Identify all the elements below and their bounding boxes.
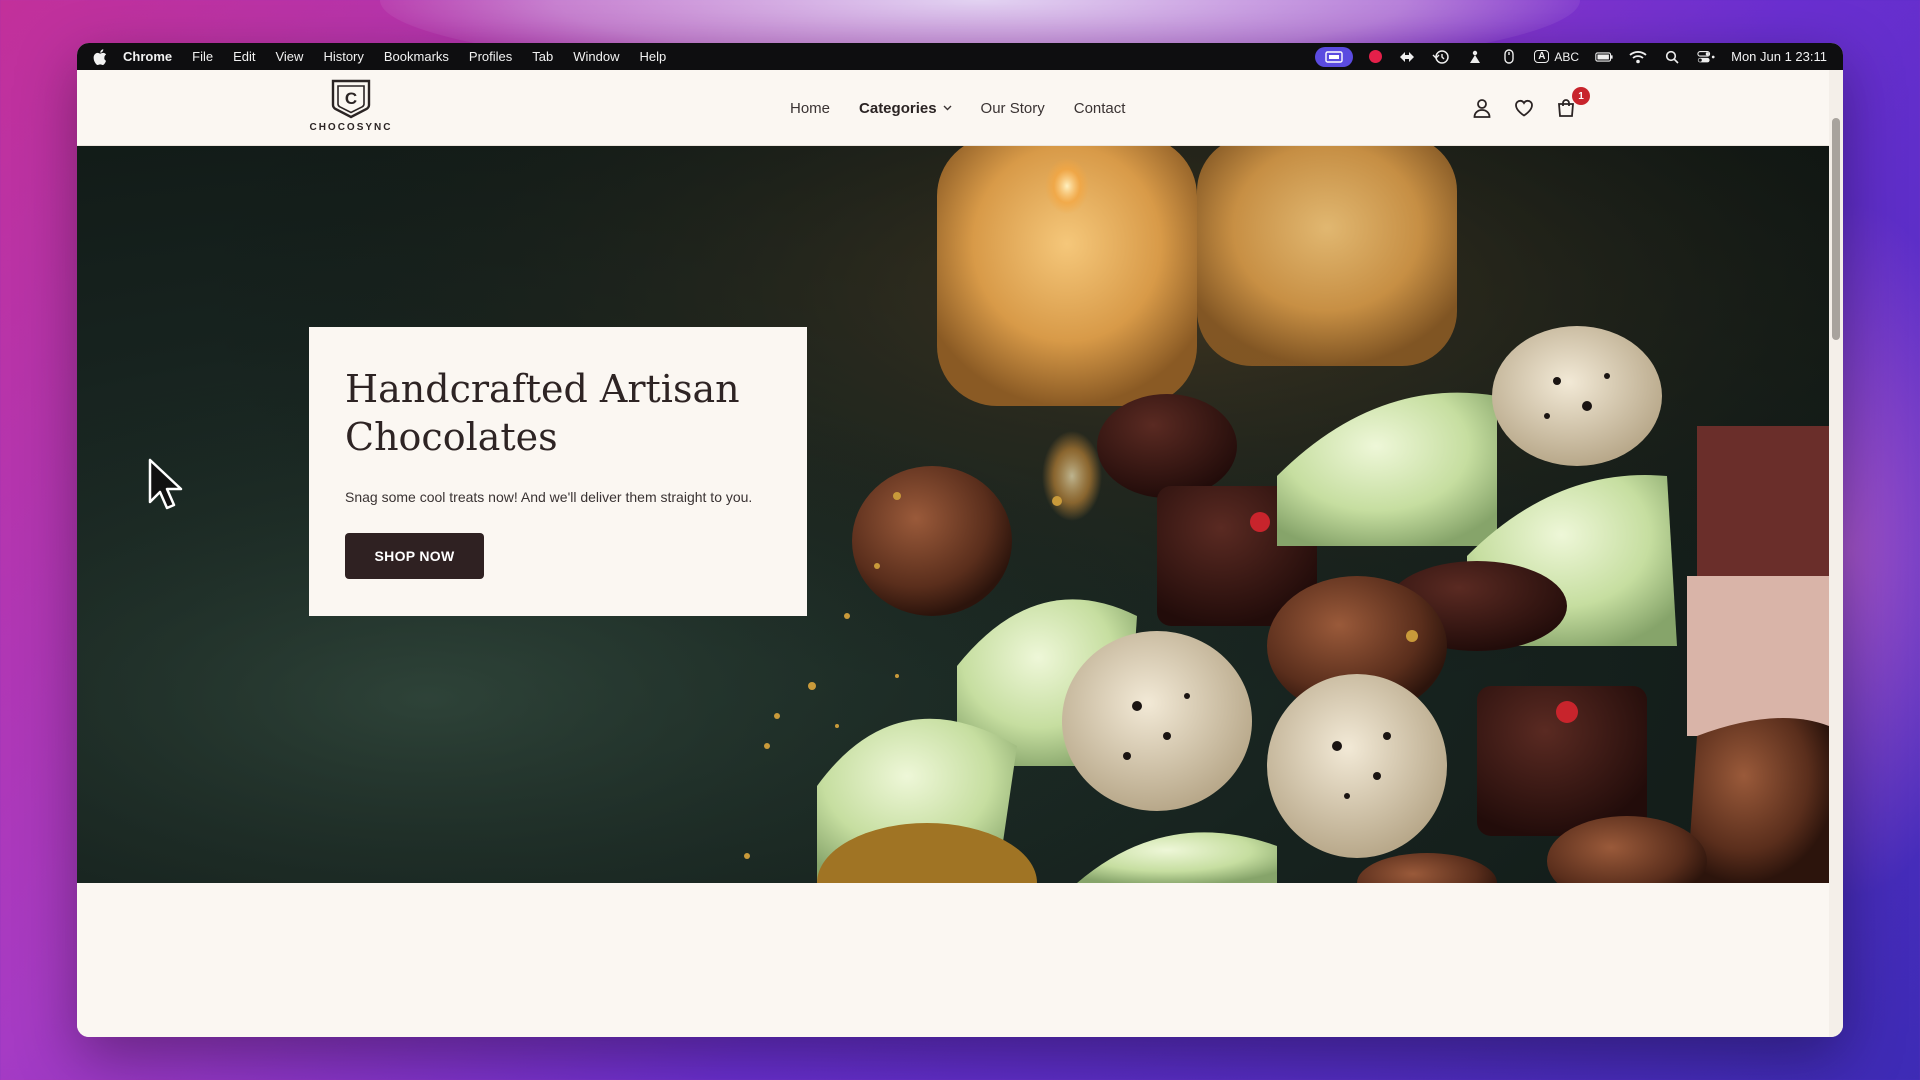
- page-scrollbar[interactable]: [1829, 70, 1843, 1037]
- menu-file[interactable]: File: [192, 49, 213, 64]
- menu-profiles[interactable]: Profiles: [469, 49, 512, 64]
- hero-title-line-1: Handcrafted Artisan: [345, 367, 740, 411]
- app-menu-chrome[interactable]: Chrome: [123, 49, 172, 64]
- menu-edit[interactable]: Edit: [233, 49, 255, 64]
- hero-card: Handcrafted Artisan Chocolates Snag some…: [309, 327, 807, 616]
- brand-wordmark: CHOCOSYNC: [309, 122, 393, 133]
- hero-subtitle: Snag some cool treats now! And we'll del…: [345, 489, 753, 505]
- hero-title-line-2: Chocolates: [345, 415, 558, 459]
- control-center-icon[interactable]: [1697, 50, 1715, 64]
- header-actions: 1: [1472, 70, 1590, 146]
- chevron-down-icon: [943, 105, 952, 111]
- nav-categories-label: Categories: [859, 99, 937, 117]
- nav-contact[interactable]: Contact: [1074, 100, 1126, 117]
- account-icon[interactable]: [1472, 98, 1492, 118]
- wifi-icon[interactable]: [1629, 50, 1647, 64]
- content-area: [77, 883, 1829, 1037]
- screen-share-icon[interactable]: [1315, 46, 1354, 67]
- input-source-label: ABC: [1554, 49, 1580, 64]
- diamond-arrows-icon[interactable]: [1398, 50, 1416, 64]
- nav-home[interactable]: Home: [790, 100, 830, 117]
- cart-icon[interactable]: 1: [1556, 87, 1590, 118]
- nav-our-story[interactable]: Our Story: [981, 100, 1045, 117]
- time-machine-icon[interactable]: [1432, 49, 1450, 64]
- hero-title: Handcrafted Artisan Chocolates: [345, 365, 771, 461]
- browser-window: Chrome File Edit View History Bookmarks …: [77, 43, 1843, 1037]
- hero-banner: Handcrafted Artisan Chocolates Snag some…: [77, 146, 1829, 883]
- battery-icon[interactable]: [1595, 50, 1613, 64]
- input-source-badge: A: [1534, 50, 1550, 63]
- shop-now-button[interactable]: SHOP NOW: [345, 533, 484, 579]
- mouse-icon[interactable]: [1500, 49, 1518, 64]
- main-nav: Home Categories Our Story Contact: [790, 70, 1154, 146]
- site-header: C CHOCOSYNC Home Categories Our Story Co…: [77, 70, 1829, 146]
- menubar-clock[interactable]: Mon Jun 1 23:11: [1731, 49, 1827, 64]
- figure-icon[interactable]: [1466, 50, 1484, 64]
- spotlight-search-icon[interactable]: [1663, 50, 1681, 64]
- menu-view[interactable]: View: [275, 49, 303, 64]
- recording-icon[interactable]: [1369, 50, 1383, 63]
- input-source[interactable]: A ABC: [1534, 50, 1579, 64]
- apple-logo-icon[interactable]: [93, 48, 107, 65]
- menu-window[interactable]: Window: [573, 49, 619, 64]
- nav-categories[interactable]: Categories: [859, 100, 952, 117]
- logo-letter: C: [345, 89, 357, 108]
- brand-logo[interactable]: C CHOCOSYNC: [308, 78, 394, 133]
- mouse-pointer-icon: [148, 458, 184, 519]
- wishlist-heart-icon[interactable]: [1514, 98, 1534, 118]
- scrollbar-thumb[interactable]: [1832, 118, 1840, 340]
- menu-help[interactable]: Help: [640, 49, 667, 64]
- os-menubar: Chrome File Edit View History Bookmarks …: [77, 43, 1843, 70]
- menu-history[interactable]: History: [323, 49, 363, 64]
- menu-tab[interactable]: Tab: [532, 49, 553, 64]
- menu-bookmarks[interactable]: Bookmarks: [384, 49, 449, 64]
- logo-shield-icon: C: [331, 79, 371, 119]
- cart-count-badge: 1: [1572, 87, 1590, 105]
